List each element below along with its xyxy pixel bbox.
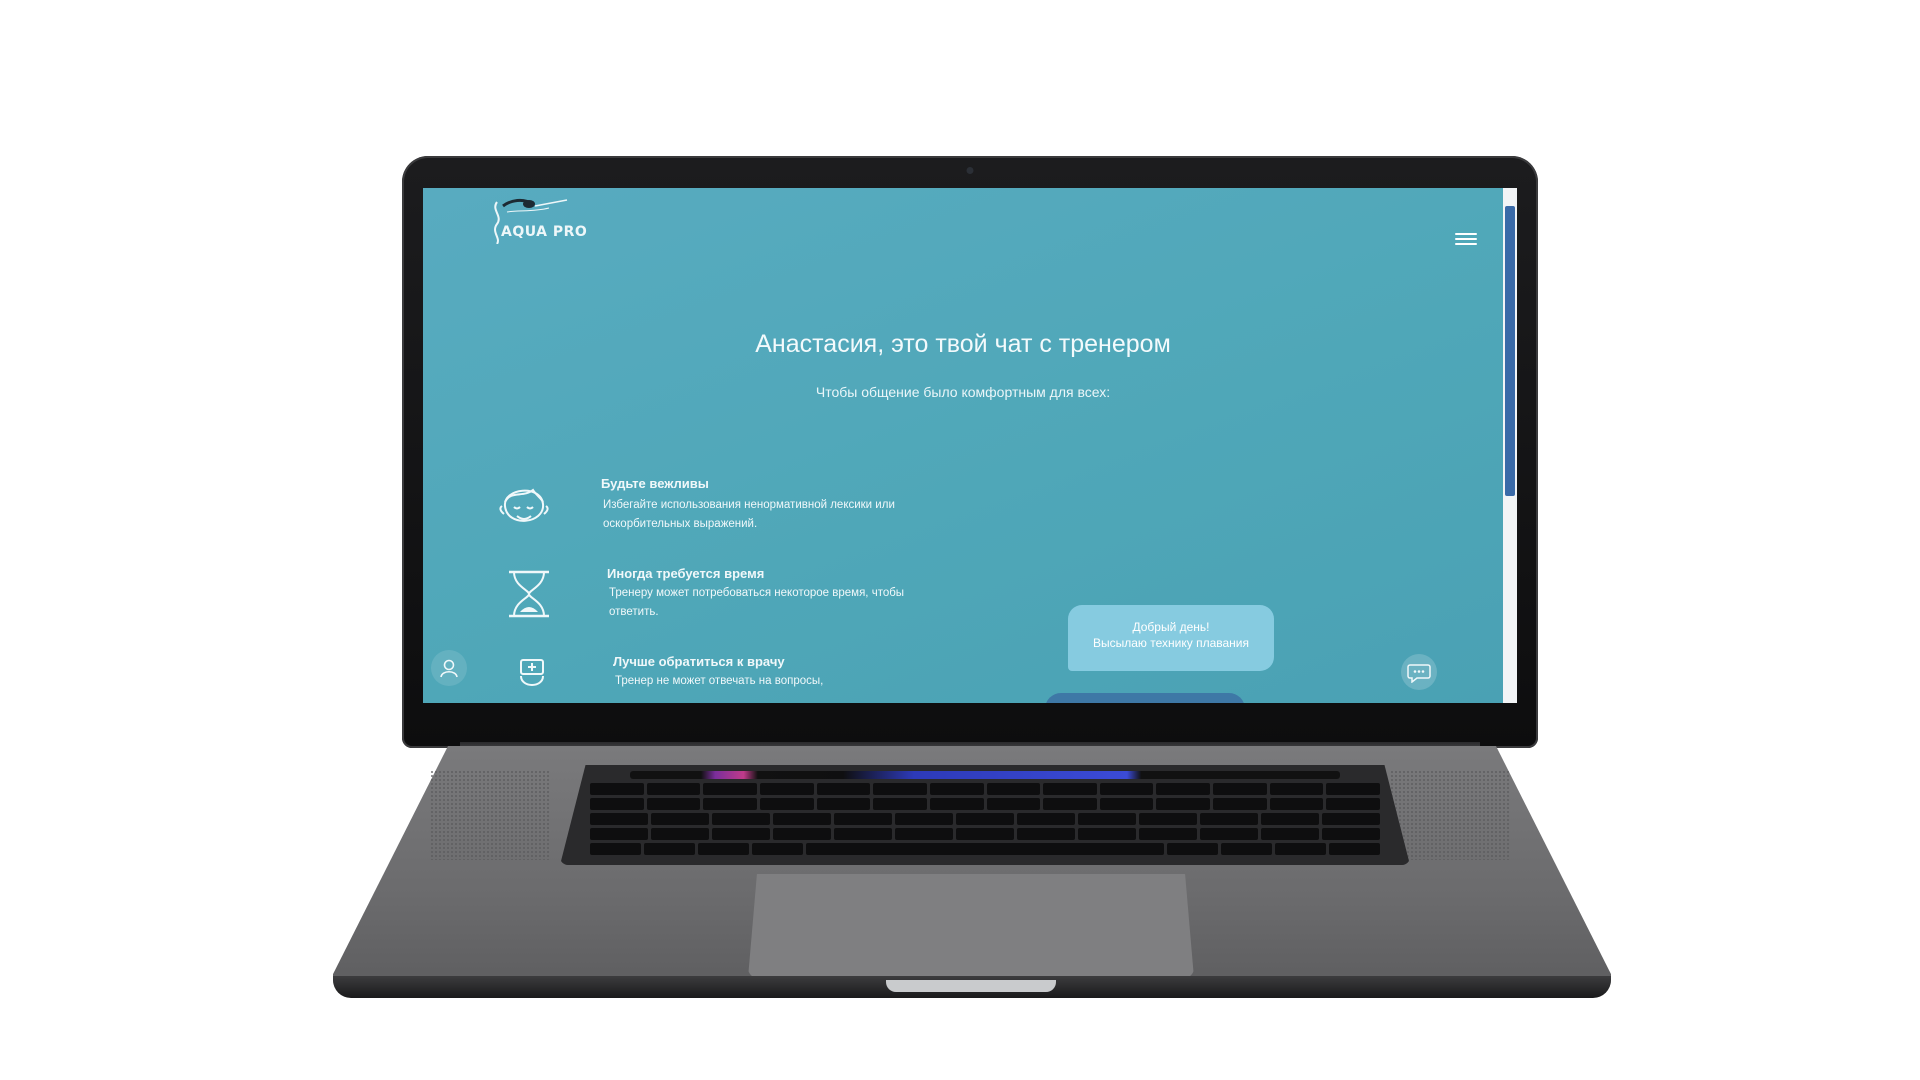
rule-text: Тренеру может потребоваться некоторое вр…: [609, 587, 905, 618]
key-row: [590, 783, 1380, 795]
speaker-grille: [1390, 770, 1510, 860]
camera: [966, 167, 974, 174]
user-icon: [440, 659, 458, 678]
logo-text[interactable]: AQUA PRO: [501, 224, 587, 240]
screen: AQUA PRO Анастасия, это твой чат с трене…: [423, 188, 1517, 703]
rule-text: Тренер не может отвечать на вопросы,: [615, 675, 824, 687]
trackpad: [748, 874, 1194, 978]
laptop-lid: AQUA PRO Анастасия, это твой чат с трене…: [402, 156, 1538, 748]
keyboard: [560, 765, 1410, 865]
key-row: [590, 813, 1380, 825]
profile-button[interactable]: [431, 650, 467, 686]
hourglass-icon: [509, 570, 549, 618]
key-row: [590, 798, 1380, 810]
speaker-grille: [430, 770, 550, 860]
laptop-mockup: AQUA PRO Анастасия, это твой чат с трене…: [0, 0, 1920, 1080]
chat-bubble-icon: [1407, 664, 1431, 683]
chat-message-line: Высылаю технику плавания: [1093, 636, 1249, 650]
key-row: [590, 843, 1380, 855]
scrollbar-thumb[interactable]: [1505, 206, 1515, 496]
doctor-icon: [520, 659, 544, 686]
rule-title: Иногда требуется время: [607, 566, 765, 581]
smiling-face-icon: [499, 488, 549, 522]
key-row: [590, 828, 1380, 840]
chat-message-bubble[interactable]: [1045, 693, 1245, 703]
chat-message-bubble[interactable]: Добрый день! Высылаю технику плавания: [1068, 605, 1274, 671]
scrollbar[interactable]: [1503, 188, 1517, 703]
rule-title: Будьте вежливы: [601, 476, 709, 491]
rule-text: Избегайте использования ненормативной ле…: [603, 499, 895, 530]
lid-opening-notch: [886, 980, 1056, 992]
chat-message-line: Добрый день!: [1132, 620, 1210, 634]
page-subtitle: Чтобы общение было комфортным для всех:: [815, 384, 1111, 400]
hamburger-menu-icon[interactable]: [1453, 230, 1479, 250]
touch-bar: [630, 771, 1340, 779]
page-title: Анастасия, это твой чат с тренером: [755, 330, 1171, 358]
rule-title: Лучше обратиться к врачу: [613, 654, 785, 669]
chat-button[interactable]: [1401, 654, 1437, 690]
